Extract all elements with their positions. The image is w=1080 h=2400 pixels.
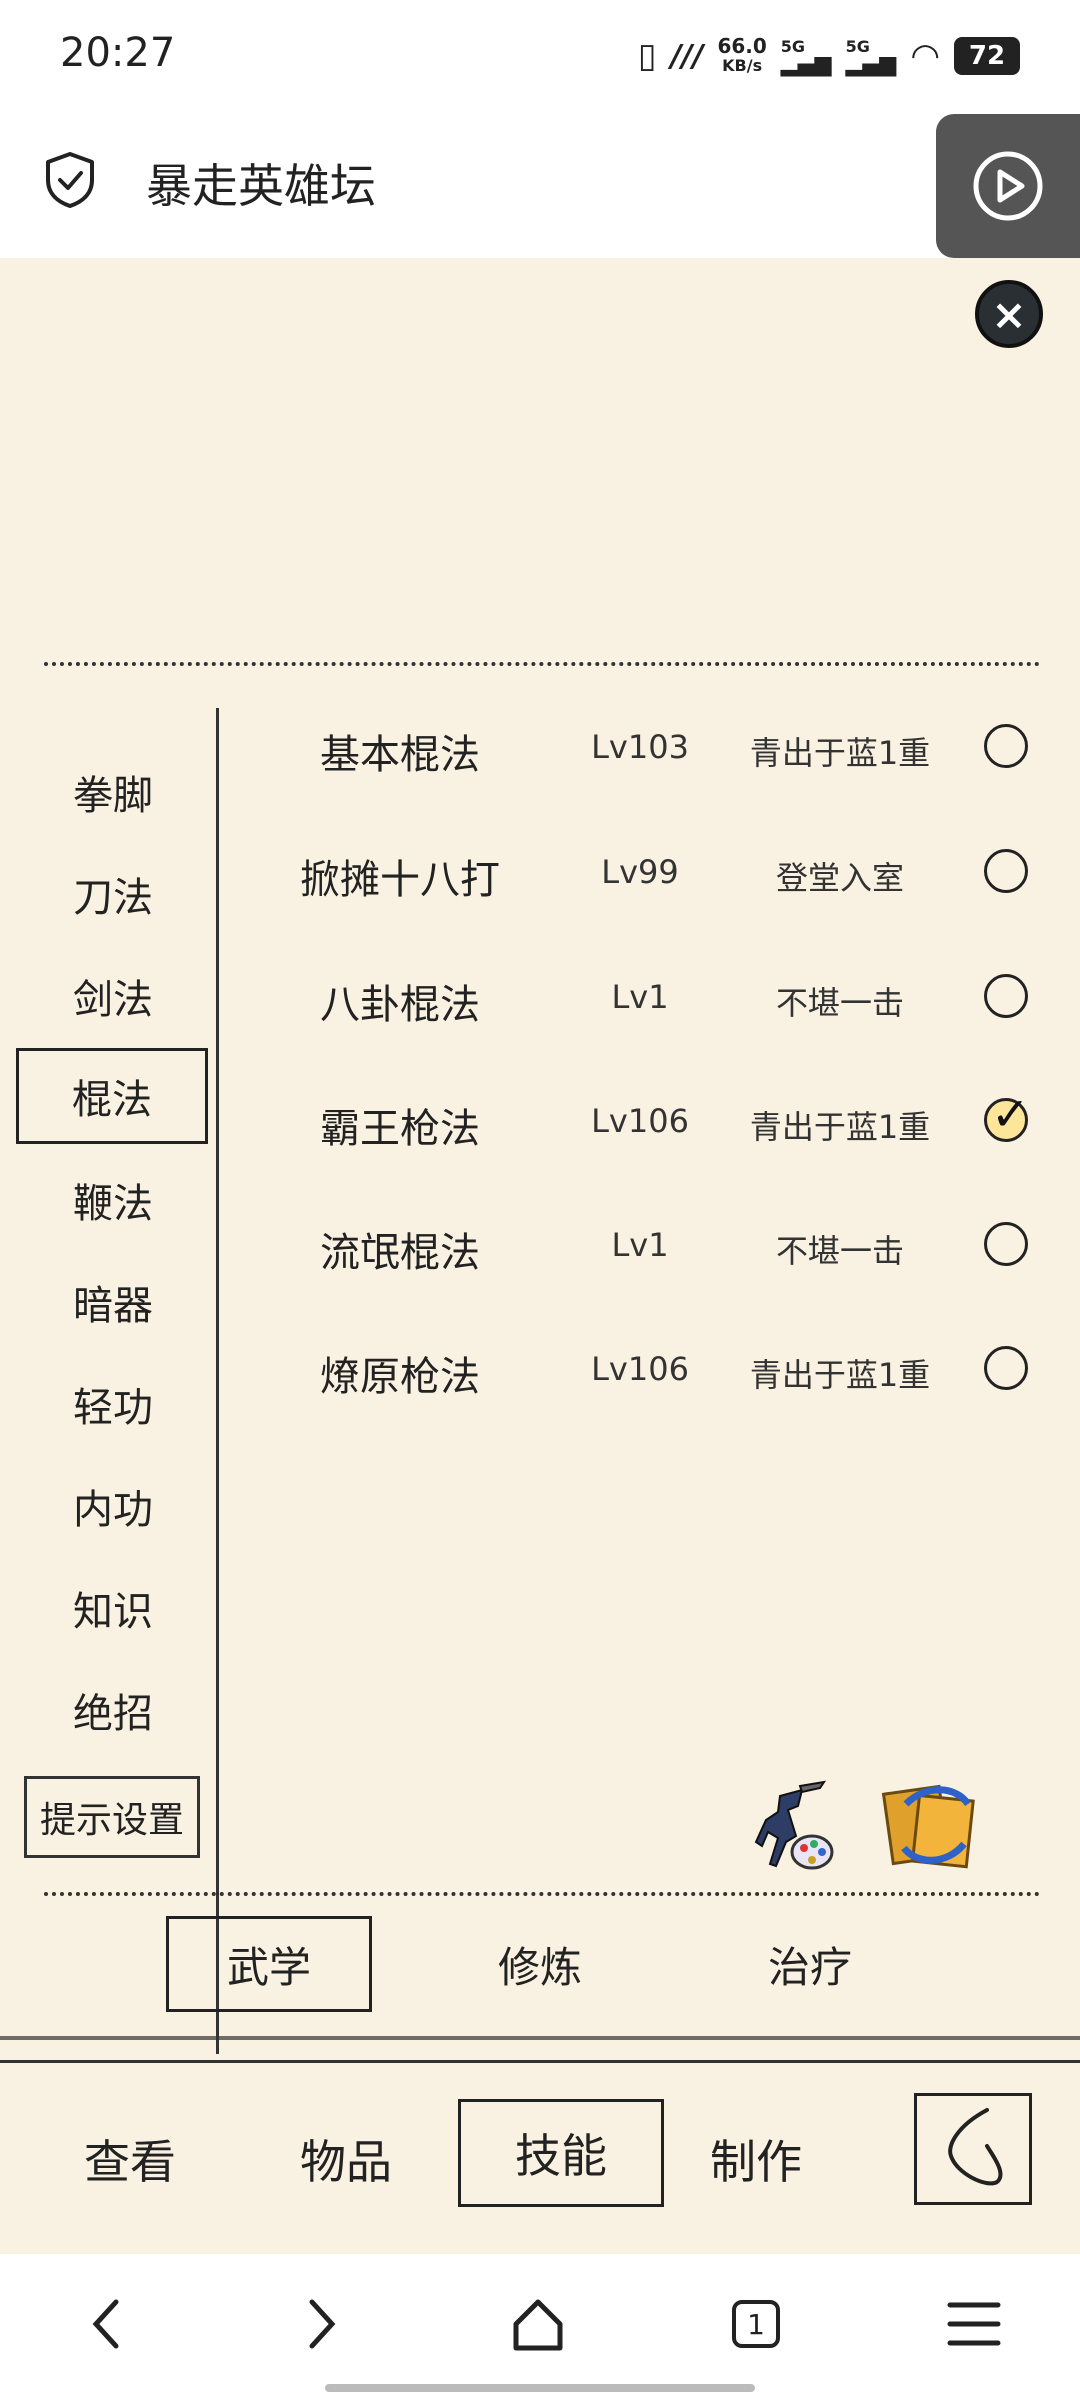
equip-radio[interactable] <box>984 1346 1028 1390</box>
divider-top <box>44 662 1040 666</box>
category-juezhao[interactable]: 绝招 <box>18 1670 208 1750</box>
shield-check-icon <box>46 152 94 208</box>
close-button[interactable]: × <box>975 280 1043 348</box>
browser-home-button[interactable] <box>508 2294 568 2354</box>
skill-row[interactable]: 八卦棍法 Lv1 不堪一击 <box>260 948 1060 1058</box>
browser-menu-button[interactable] <box>944 2294 1004 2354</box>
signal-icon-1: 5G ▂▄▆ <box>780 37 832 77</box>
tabs-icon: 1 <box>732 2300 780 2348</box>
back-arrow-icon <box>948 2108 1003 2186</box>
category-qinggong[interactable]: 轻功 <box>18 1364 208 1444</box>
nfc-icon: /// <box>670 38 704 74</box>
browser-tabs-button[interactable]: 1 <box>726 2294 786 2354</box>
nav-jineng[interactable]: 技能 <box>458 2099 664 2207</box>
vibrate-icon: ▯ <box>637 36 657 76</box>
bottom-game-nav: 查看 物品 技能 制作 <box>0 2060 1080 2257</box>
skill-row[interactable]: 掀摊十八打 Lv99 登堂入室 <box>260 823 1060 933</box>
category-gunfa[interactable]: 棍法 <box>16 1048 208 1144</box>
page-title: 暴走英雄坛 <box>146 159 376 213</box>
signal-icon-2: 5G ▂▄▆ <box>845 37 897 77</box>
nav-zhizuo[interactable]: 制作 <box>676 2105 836 2213</box>
divider-bottom <box>44 1892 1040 1896</box>
net-speed: 66.0 KB/s <box>717 34 767 75</box>
title-bar: 暴走英雄坛 <box>0 110 1080 258</box>
skill-row[interactable]: 流氓棍法 Lv1 不堪一击 <box>260 1196 1060 1306</box>
close-icon: × <box>991 289 1027 339</box>
equip-radio[interactable] <box>984 1222 1028 1266</box>
equip-radio-checked[interactable]: ✓ <box>984 1087 1030 1142</box>
nav-wupin[interactable]: 物品 <box>266 2105 426 2213</box>
game-area: × 拳脚 刀法 剑法 棍法 鞭法 暗器 轻功 内功 知识 绝招 提示设置 基本棍… <box>0 258 1080 2254</box>
category-daofa[interactable]: 刀法 <box>18 854 208 934</box>
game-back-button[interactable] <box>914 2093 1032 2205</box>
skill-row[interactable]: 霸王枪法 Lv106 青出于蓝1重 ✓ <box>260 1072 1060 1182</box>
category-neigong[interactable]: 内功 <box>18 1466 208 1546</box>
equip-radio[interactable] <box>984 724 1028 768</box>
category-jianfa[interactable]: 剑法 <box>18 956 208 1036</box>
brush-stroke-divider <box>0 2036 1080 2040</box>
battery-icon: 72 <box>954 37 1020 75</box>
equip-radio[interactable] <box>984 974 1028 1018</box>
hint-settings-button[interactable]: 提示设置 <box>24 1776 200 1858</box>
chevron-right-icon <box>309 2299 336 2349</box>
chevron-left-icon <box>92 2299 119 2349</box>
clock: 20:27 <box>60 30 176 76</box>
skill-row[interactable]: 燎原枪法 Lv106 青出于蓝1重 <box>260 1320 1060 1430</box>
screen-record-button[interactable] <box>936 114 1080 258</box>
play-circle-icon <box>973 151 1043 221</box>
category-bianfa[interactable]: 鞭法 <box>18 1160 208 1240</box>
category-anqi[interactable]: 暗器 <box>18 1262 208 1342</box>
home-icon <box>513 2299 563 2351</box>
browser-back-button[interactable] <box>76 2294 136 2354</box>
gesture-home-indicator <box>325 2384 755 2392</box>
tab-xiulian[interactable]: 修炼 <box>440 1916 640 2012</box>
category-zhishi[interactable]: 知识 <box>18 1568 208 1648</box>
nav-chakan[interactable]: 查看 <box>50 2105 210 2213</box>
tab-zhiliao[interactable]: 治疗 <box>710 1916 910 2012</box>
book-swap-icon[interactable] <box>876 1774 982 1876</box>
wifi-icon: ◠ <box>910 36 940 76</box>
status-icons: ▯ /// 66.0 KB/s 5G ▂▄▆ 5G ▂▄▆ ◠ 72 <box>638 32 1020 80</box>
category-quanjiao[interactable]: 拳脚 <box>18 752 208 832</box>
category-divider <box>216 708 219 2054</box>
menu-icon <box>947 2302 1001 2346</box>
ninja-palette-icon[interactable] <box>740 1776 840 1876</box>
checkmark-icon: ✓ <box>991 1087 1030 1141</box>
equip-radio[interactable] <box>984 849 1028 893</box>
browser-forward-button[interactable] <box>292 2294 352 2354</box>
tab-wuxue[interactable]: 武学 <box>166 1916 372 2012</box>
browser-toolbar: 1 <box>0 2254 1080 2400</box>
skill-row[interactable]: 基本棍法 Lv103 青出于蓝1重 <box>260 698 1060 808</box>
status-bar: 20:27 ▯ /// 66.0 KB/s 5G ▂▄▆ 5G ▂▄▆ ◠ 72 <box>0 0 1080 110</box>
